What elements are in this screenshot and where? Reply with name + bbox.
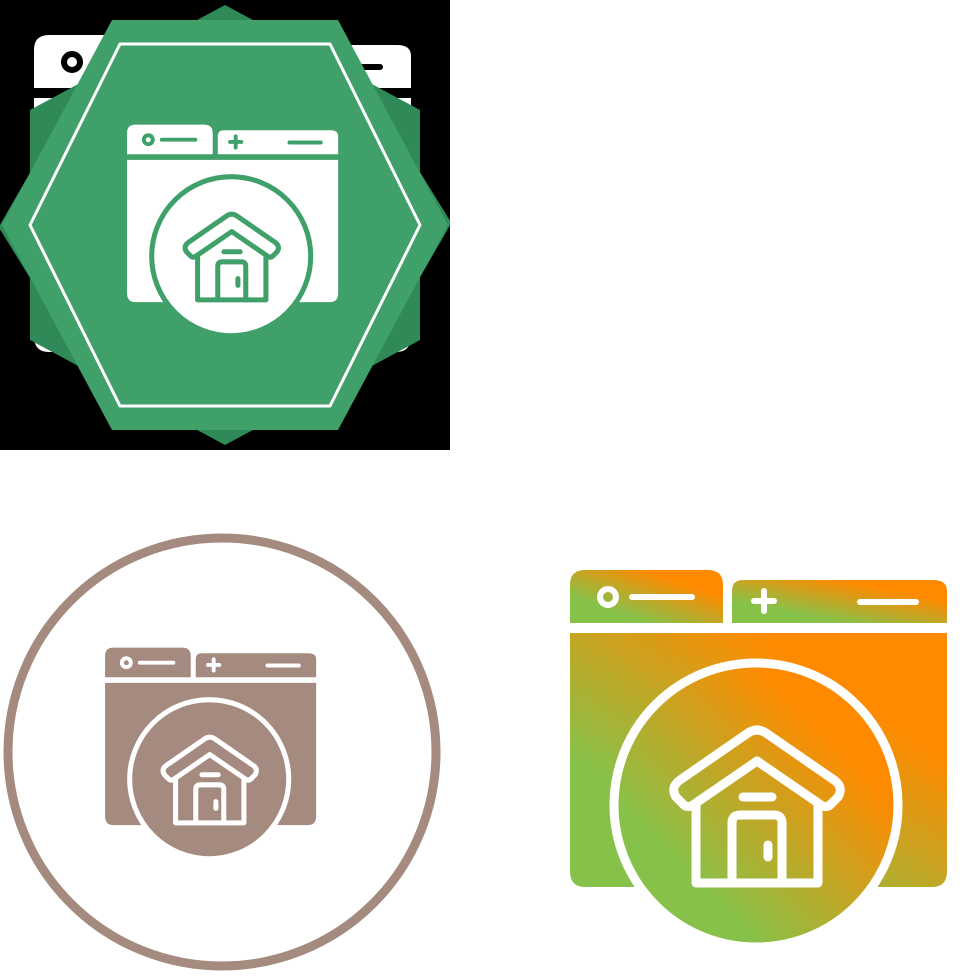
- browser-home-icon-green: [0, 0, 450, 450]
- browser-home-icon-gradient: [530, 530, 980, 980]
- browser-window-icon: [105, 647, 317, 862]
- browser-home-icon-brown: [0, 530, 450, 980]
- browser-window-icon: [570, 570, 947, 952]
